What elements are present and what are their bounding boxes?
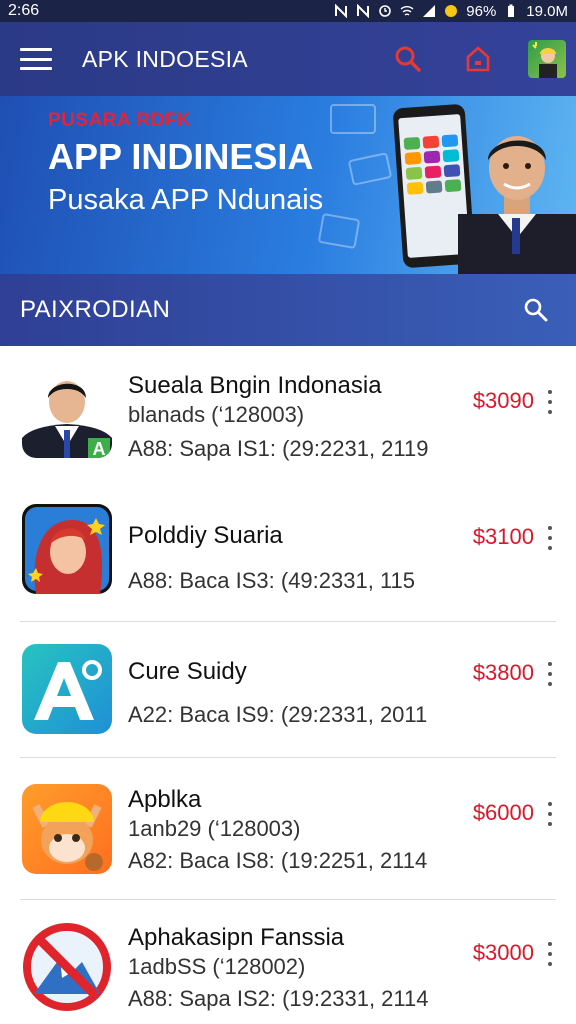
banner-kicker: PUSARA RDFK [48,110,192,131]
profile-avatar[interactable] [528,40,566,78]
banner-title: APP INDINESIA [48,136,314,177]
app-price[interactable]: $3800 [473,660,534,686]
alarm-icon [379,5,392,17]
app-price[interactable]: $6000 [473,800,534,826]
nfc-icon [357,4,370,18]
app-title: APK INDOESIA [82,45,248,72]
list-item[interactable]: Polddiy Suaria A88: Baca IS3: (49:2331, … [0,482,576,622]
banner-subtitle: Pusaka APP Ndunais [48,184,324,216]
app-meta-secondary: A88: Sapa IS1: (29:2231, 2119 [128,436,429,461]
section-header: PAIXRODIAN [0,274,576,346]
person-illustration [458,136,576,274]
app-bar-actions [388,39,566,79]
app-name: Polddiy Suaria [128,522,283,549]
status-clock-right: 19.0M [526,2,568,20]
app-meta-secondary: A82: Baca IS8: (19:2251, 2114 [128,848,428,873]
status-bar: 2:66 96% 19.0M [0,0,576,22]
battery-saver-icon [445,5,458,17]
battery-level: 96% [466,2,497,20]
status-time: 2:66 [8,2,40,19]
app-meta-secondary: A22: Baca IS9: (29:2331, 2011 [128,702,428,727]
app-name: Cure Suidy [128,658,247,685]
app-meta-secondary: A88: Sapa IS2: (19:2331, 2114 [128,986,429,1011]
app-meta-secondary: A88: Baca IS3: (49:2331, 115 [128,568,416,593]
list-item[interactable]: A Sueala Bngin Indonasia blanads (‘12800… [0,346,576,482]
section-title: PAIXRODIAN [20,296,171,323]
wifi-icon [400,6,414,16]
more-options-icon[interactable] [542,390,558,414]
search-button[interactable] [388,39,428,79]
app-name: Apblka [128,786,202,813]
avatar-image [532,42,557,78]
app-price[interactable]: $3100 [473,524,534,550]
app-meta-primary: 1anb29 (‘128003) [128,816,301,841]
list-item[interactable]: Cure Suidy A22: Baca IS9: (29:2331, 2011… [0,622,576,758]
red-hair-woman-icon [22,504,112,594]
list-item[interactable]: Aphakasipn Fanssia 1adbSS (‘128002) A88:… [0,900,576,1024]
more-options-icon[interactable] [542,526,558,550]
promo-banner[interactable]: PUSARA RDFK APP INDINESIA Pusaka APP Ndu… [0,96,576,274]
app-bar: APK INDOESIA [0,22,576,96]
app-meta-primary: blanads (‘128003) [128,402,305,427]
signal-icon [423,5,436,17]
menu-icon[interactable] [18,44,54,74]
letter-a-icon [22,644,112,734]
more-options-icon[interactable] [542,942,558,966]
more-options-icon[interactable] [542,802,558,826]
nfc-icon [335,4,348,18]
app-list: A Sueala Bngin Indonasia blanads (‘12800… [0,346,576,1024]
home-button[interactable] [458,39,498,79]
more-options-icon[interactable] [542,662,558,686]
status-icons: 96% 19.0M [334,3,568,20]
search-icon [524,298,548,322]
search-icon [395,46,421,72]
svg-text:A: A [93,439,106,458]
no-mountain-icon [22,922,112,1012]
man-in-suit-icon: A [22,368,112,458]
section-search-button[interactable] [516,290,556,330]
home-icon [466,46,490,72]
battery-icon [508,4,515,17]
cat-hardhat-icon [22,784,112,874]
list-item[interactable]: Apblka 1anb29 (‘128003) A82: Baca IS8: (… [0,758,576,900]
app-price[interactable]: $3000 [473,940,534,966]
app-price[interactable]: $3090 [473,388,534,414]
app-name: Sueala Bngin Indonasia [128,372,382,399]
app-meta-primary: 1adbSS (‘128002) [128,954,306,979]
app-name: Aphakasipn Fanssia [128,924,345,951]
